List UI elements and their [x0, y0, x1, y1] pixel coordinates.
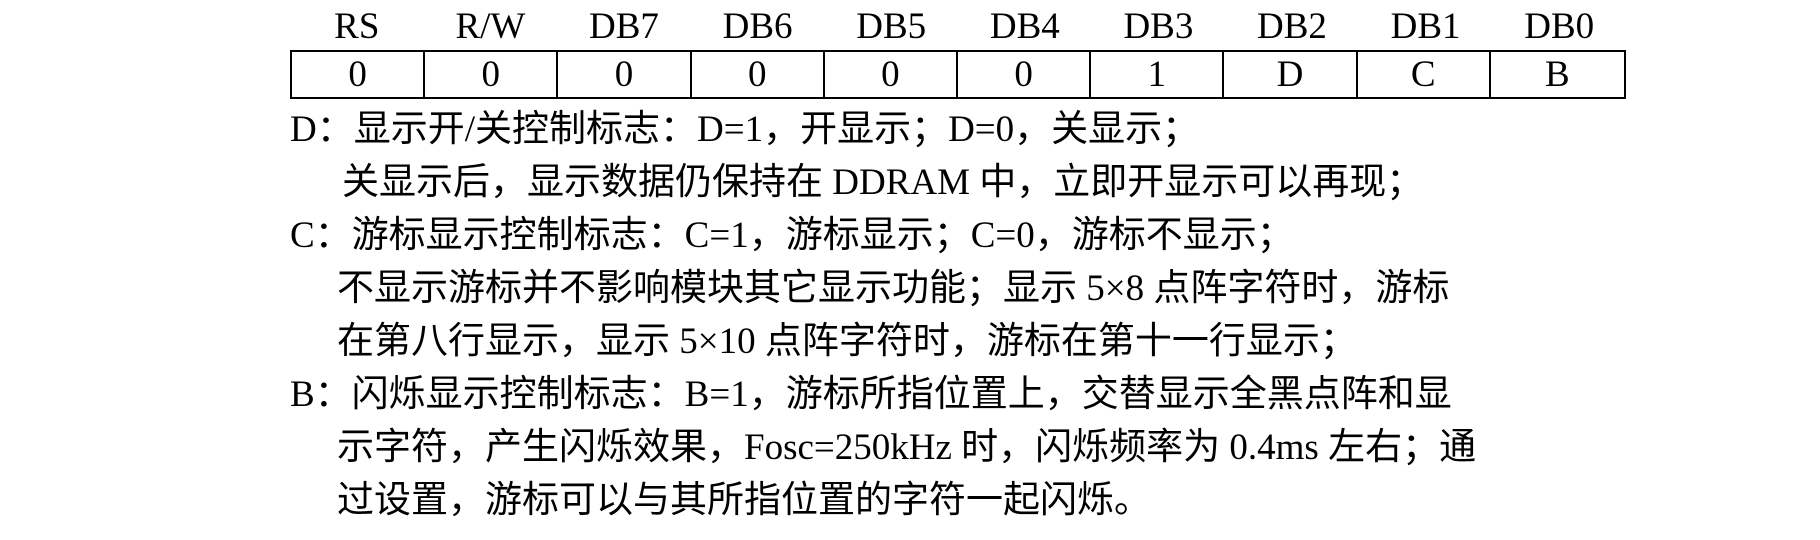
value-db4: 0 — [958, 52, 1092, 97]
value-db5: 0 — [825, 52, 958, 97]
register-value-row: 0 0 0 0 0 0 1 D C B — [290, 50, 1626, 99]
c-flag-title: C：游标显示控制标志：C=1，游标显示；C=0，游标不显示； — [290, 215, 1294, 256]
d-flag-title: D：显示开/关控制标志：D=1，开显示；D=0，关显示； — [290, 109, 1200, 150]
c-flag-detail-1: 不显示游标并不影响模块其它显示功能；显示 5×8 点阵字符时，游标 — [337, 268, 1450, 309]
value-rw: 0 — [425, 52, 559, 97]
header-db4: DB4 — [989, 6, 1060, 47]
d-flag-detail: 关显示后，显示数据仍保持在 DDRAM 中，立即开显示可以再现； — [342, 162, 1424, 203]
b-flag-title: B：闪烁显示控制标志：B=1，游标所指位置上，交替显示全黑点阵和显 — [290, 374, 1452, 415]
value-db6: 0 — [692, 52, 825, 97]
b-flag-detail-2: 过设置，游标可以与其所指位置的字符一起闪烁。 — [337, 480, 1151, 521]
value-db2: D — [1224, 52, 1358, 97]
header-db6: DB6 — [722, 6, 793, 47]
flag-description: D：显示开/关控制标志：D=1，开显示；D=0，关显示； 关显示后，显示数据仍保… — [290, 103, 1710, 527]
header-db5: DB5 — [856, 6, 927, 47]
value-db0: B — [1545, 54, 1570, 95]
value-rs: 0 — [292, 52, 426, 97]
value-db1: C — [1358, 52, 1491, 97]
header-rs: RS — [334, 6, 380, 47]
header-db2: DB2 — [1257, 6, 1327, 47]
value-db3: 1 — [1091, 52, 1225, 97]
header-db1: DB1 — [1390, 6, 1461, 47]
c-flag-detail-2: 在第八行显示，显示 5×10 点阵字符时，游标在第十一行显示； — [337, 321, 1357, 362]
header-rw: R/W — [455, 6, 526, 47]
header-db7: DB7 — [589, 6, 659, 47]
header-db0: DB0 — [1524, 6, 1595, 47]
header-db3: DB3 — [1123, 6, 1194, 47]
b-flag-detail-1: 示字符，产生闪烁效果，Fosc=250kHz 时，闪烁频率为 0.4ms 左右；… — [337, 427, 1477, 468]
register-header-row: RS R/W DB7 DB6 DB5 DB4 DB3 DB2 DB1 DB0 — [290, 0, 1626, 50]
value-db7: 0 — [558, 52, 692, 97]
register-table: RS R/W DB7 DB6 DB5 DB4 DB3 DB2 DB1 DB0 0… — [290, 0, 1626, 99]
